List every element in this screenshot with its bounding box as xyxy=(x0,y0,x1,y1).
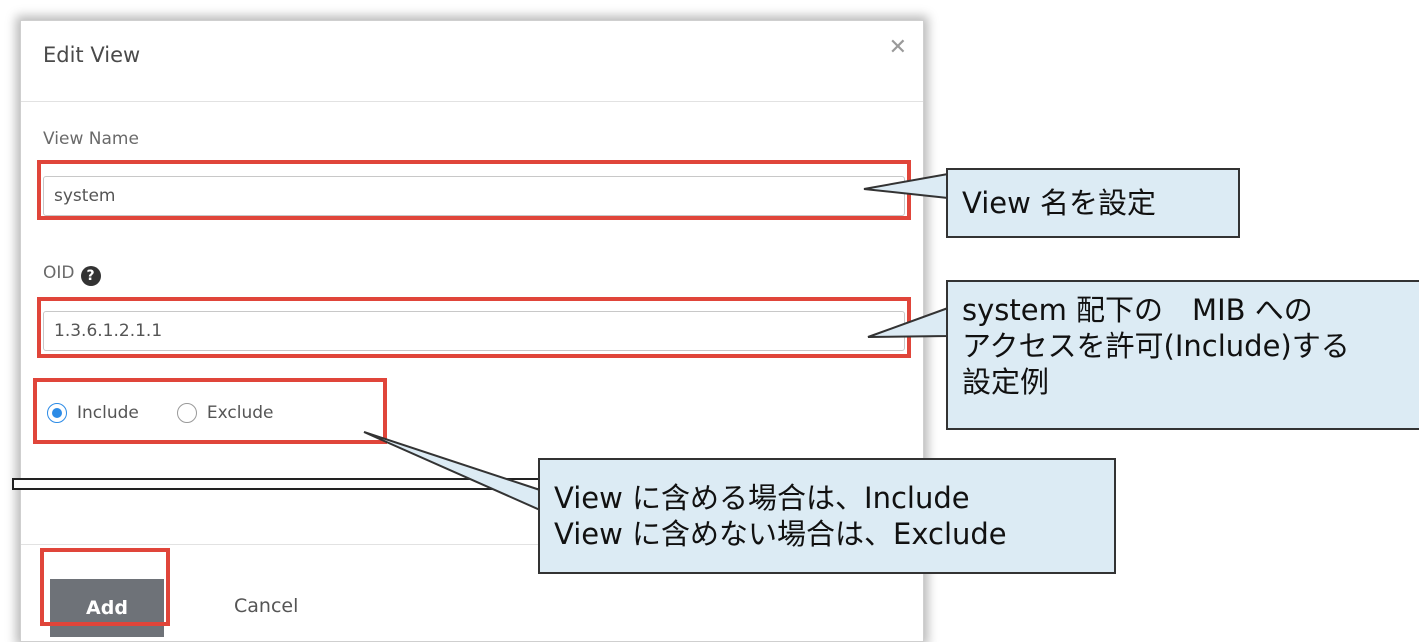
oid-callout: system 配下の MIB への アクセスを許可(Include)する 設定例 xyxy=(946,280,1419,430)
oid-callout-tail xyxy=(867,306,949,338)
radio-callout-tail xyxy=(363,431,541,512)
oid-callout-line2: アクセスを許可(Include)する xyxy=(962,329,1350,363)
view-name-callout-text: View 名を設定 xyxy=(962,186,1157,220)
radio-callout-line1: View に含める場合は、Include xyxy=(554,481,970,515)
radio-callout: View に含める場合は、Include View に含めない場合は、Exclu… xyxy=(538,458,1116,574)
view-name-callout: View 名を設定 xyxy=(946,168,1240,238)
oid-callout-line1: system 配下の MIB への xyxy=(962,293,1313,327)
radio-callout-line2: View に含めない場合は、Exclude xyxy=(554,517,1007,551)
view-name-callout-tail xyxy=(863,172,949,200)
oid-callout-line3: 設定例 xyxy=(962,365,1050,399)
